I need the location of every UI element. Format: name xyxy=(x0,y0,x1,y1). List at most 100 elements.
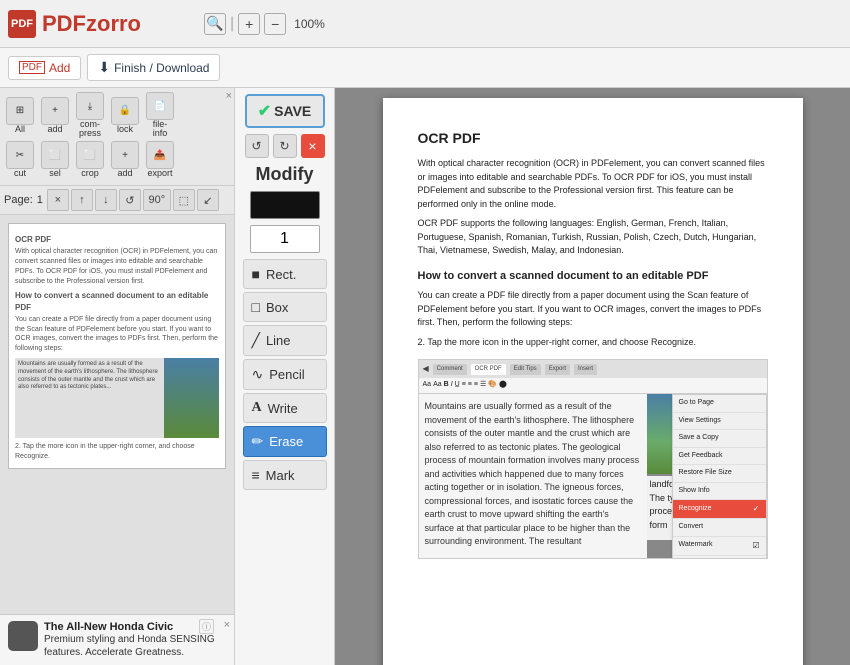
page-close-button[interactable]: × xyxy=(47,189,69,211)
right-tool-panel: ✔ SAVE ↺ ↻ × Modify 1 ■ Rect. □ Box xyxy=(235,88,335,665)
color-swatch[interactable] xyxy=(250,191,320,219)
pdf-para-3: You can create a PDF file directly from … xyxy=(418,289,768,330)
tool-fileinfo[interactable]: 📄 file-info xyxy=(144,92,176,138)
pdf-screenshot: ◀ Comment OCR PDF Edit Tips Export Inser… xyxy=(418,359,768,559)
tool-fileinfo-label: file-info xyxy=(153,120,168,138)
add-button[interactable]: PDF Add xyxy=(8,56,81,80)
pencil-label: Pencil xyxy=(269,367,304,382)
download-label: Finish / Download xyxy=(114,61,209,75)
sim-tab-insert: Insert xyxy=(574,364,597,375)
tool-add2[interactable]: + add xyxy=(109,141,141,178)
tool-crop[interactable]: ⬜ crop xyxy=(74,141,106,178)
pdf-context-menu: Go to Page View Settings Save a Copy Get… xyxy=(672,394,767,559)
page-extra-btn2[interactable]: ↙ xyxy=(197,189,219,211)
tool-cut[interactable]: ✂ cut xyxy=(4,141,36,178)
tool-lock[interactable]: 🔒 lock xyxy=(109,97,141,134)
pencil-tool-button[interactable]: ∿ Pencil xyxy=(243,359,327,390)
ad-info-icon[interactable]: ⓘ xyxy=(199,619,214,634)
zoom-search-icon[interactable]: 🔍 xyxy=(204,13,226,35)
logo-icon: PDF xyxy=(8,10,36,38)
box-tool-button[interactable]: □ Box xyxy=(243,292,327,322)
page-angle-button[interactable]: 90° xyxy=(143,189,171,211)
sim-back-btn: ◀ xyxy=(423,363,429,375)
page-rotate-button[interactable]: ↺ xyxy=(119,189,141,211)
tool-lock-label: lock xyxy=(117,125,133,134)
page-controls: Page: 1 × ↑ ↓ ↺ 90° ⬚ ↙ xyxy=(0,186,234,215)
pdf-heading-2: How to convert a scanned document to an … xyxy=(418,268,768,285)
tool-cut-label: cut xyxy=(14,169,26,178)
menu-item-showinfo[interactable]: Show Info xyxy=(673,483,766,501)
write-tool-button[interactable]: A Write xyxy=(243,393,327,423)
box-label: Box xyxy=(266,300,288,315)
menu-item-convert[interactable]: Convert xyxy=(673,519,766,537)
tool-export-icon: 📤 xyxy=(146,141,174,169)
page-up-button[interactable]: ↑ xyxy=(71,189,93,211)
thumb-body-2: You can create a PDF file directly from … xyxy=(15,315,219,354)
menu-item-getfeedback[interactable]: Get Feedback xyxy=(673,448,766,466)
thumb-step: 2. Tap the more icon in the upper-right … xyxy=(15,442,219,462)
tool-fileinfo-icon: 📄 xyxy=(146,92,174,120)
tool-cut-icon: ✂ xyxy=(6,141,34,169)
pdf-sim-tabs: ◀ Comment OCR PDF Edit Tips Export Inser… xyxy=(419,360,767,378)
toolbar-close-icon[interactable]: × xyxy=(226,90,232,102)
line-tool-button[interactable]: ╱ Line xyxy=(243,325,327,356)
download-icon: ⬇ xyxy=(98,59,110,76)
line-icon: ╱ xyxy=(252,332,260,349)
top-bar: PDF PDFzorro 🔍 | + − 100% xyxy=(0,0,850,48)
sim-tool-9: ☰ xyxy=(480,380,486,391)
download-button[interactable]: ⬇ Finish / Download xyxy=(87,54,220,81)
tool-all-icon: ⊞ xyxy=(6,97,34,125)
line-label: Line xyxy=(266,333,291,348)
tool-add-icon: + xyxy=(41,97,69,125)
undo-button[interactable]: ↺ xyxy=(245,134,269,158)
tool-add2-label: add xyxy=(117,169,132,178)
tool-select[interactable]: ⬜ sel xyxy=(39,141,71,178)
sim-tab-ocr: OCR PDF xyxy=(471,364,506,375)
page-down-button[interactable]: ↓ xyxy=(95,189,117,211)
action-bar: PDF Add ⬇ Finish / Download xyxy=(0,48,850,88)
pdf-para-2-text: OCR PDF supports the following languages… xyxy=(418,218,757,255)
zoom-controls: 🔍 | + − 100% xyxy=(204,13,325,35)
add-label: Add xyxy=(49,61,70,75)
sim-tab-export: Export xyxy=(545,364,570,375)
page-thumbnail: OCR PDF With optical character recogniti… xyxy=(8,223,226,469)
mark-tool-button[interactable]: ≡ Mark xyxy=(243,460,327,490)
zoom-divider: | xyxy=(230,15,234,33)
mark-icon: ≡ xyxy=(252,467,260,483)
menu-item-viewsettings[interactable]: View Settings xyxy=(673,413,766,431)
menu-item-gotopage[interactable]: Go to Page xyxy=(673,395,766,413)
sim-tool-2: Aa xyxy=(433,380,442,391)
ad-brand-icon xyxy=(8,621,38,651)
number-input[interactable]: 1 xyxy=(250,225,320,253)
sim-tool-6: ≡ xyxy=(462,380,466,391)
ad-close-button[interactable]: × xyxy=(224,619,230,631)
rect-tool-button[interactable]: ■ Rect. xyxy=(243,259,327,289)
redo-button[interactable]: ↻ xyxy=(273,134,297,158)
sim-tab-edittips: Edit Tips xyxy=(510,364,541,375)
menu-item-saveacopy[interactable]: Save a Copy xyxy=(673,430,766,448)
menu-item-watermark[interactable]: Watermark☑ xyxy=(673,537,766,556)
tool-export[interactable]: 📤 export xyxy=(144,141,176,178)
pdf-sim-text-left: Mountains are usually formed as a result… xyxy=(419,394,647,558)
save-button[interactable]: ✔ SAVE xyxy=(245,94,325,128)
page-extra-btn1[interactable]: ⬚ xyxy=(173,189,195,211)
menu-item-restorefilesize[interactable]: Restore File Size xyxy=(673,465,766,483)
pdf-para-1: With optical character recognition (OCR)… xyxy=(418,157,768,211)
main-area: ⊞ All + add ⤓ com-press 🔒 lock 📄 fil xyxy=(0,88,850,665)
tool-add[interactable]: + add xyxy=(39,97,71,134)
zoom-out-button[interactable]: − xyxy=(264,13,286,35)
write-icon: A xyxy=(252,400,262,416)
zoom-in-button[interactable]: + xyxy=(238,13,260,35)
tool-compress[interactable]: ⤓ com-press xyxy=(74,92,106,138)
erase-tool-button[interactable]: ✏ Erase xyxy=(243,426,327,457)
menu-item-drop[interactable]: Drop xyxy=(673,556,766,560)
toolbar-icons: ⊞ All + add ⤓ com-press 🔒 lock 📄 fil xyxy=(0,88,234,186)
menu-item-recognize[interactable]: Recognize✓ xyxy=(673,500,766,519)
pdf-para-2: OCR PDF supports the following languages… xyxy=(418,217,768,258)
sim-text-left-content: Mountains are usually formed as a result… xyxy=(425,400,641,549)
sim-tool-11: ⬤ xyxy=(499,380,507,391)
thumb-mountain-img xyxy=(164,358,219,438)
close-edit-button[interactable]: × xyxy=(301,134,325,158)
tool-all[interactable]: ⊞ All xyxy=(4,97,36,134)
tool-crop-icon: ⬜ xyxy=(76,141,104,169)
